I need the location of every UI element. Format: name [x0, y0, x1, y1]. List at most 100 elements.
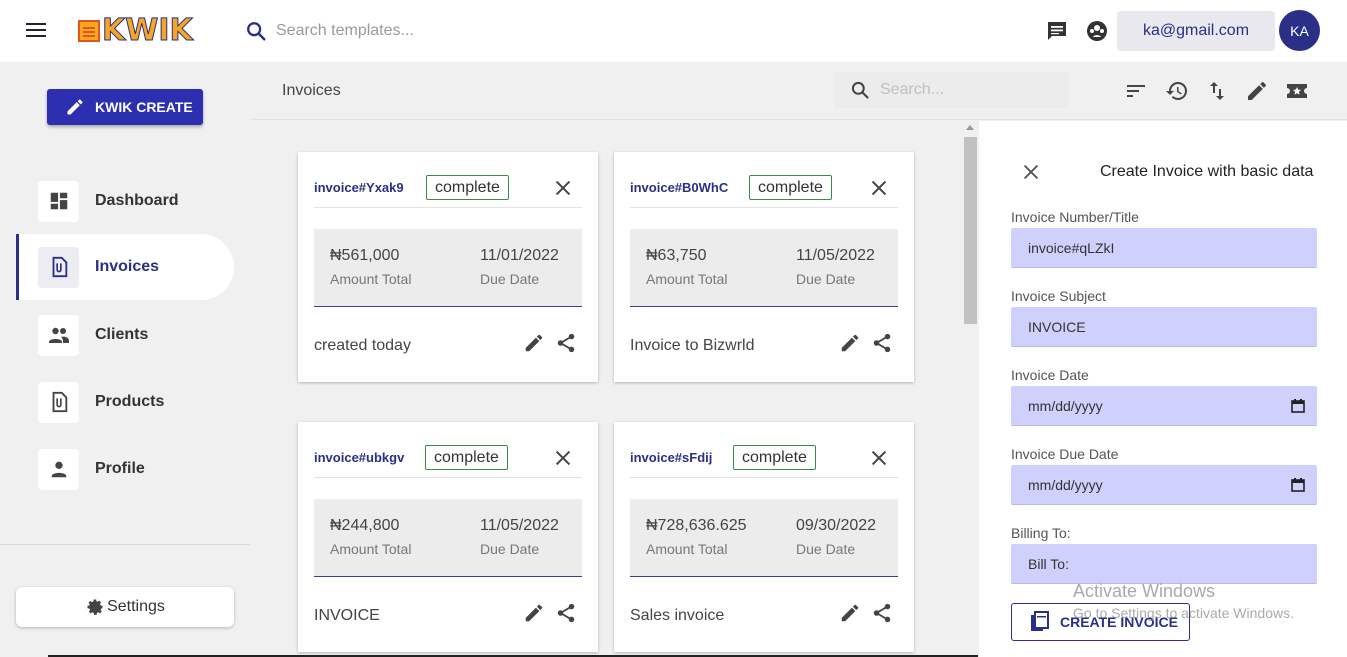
invoice-subject-field[interactable] [1011, 307, 1317, 347]
kwik-logo[interactable]: KWIK [78, 15, 193, 46]
search-icon [851, 81, 869, 99]
person-icon [38, 448, 79, 490]
menu-icon[interactable] [24, 20, 48, 42]
invoice-search-box[interactable] [834, 72, 1069, 108]
card-header: invoice#B0WhC complete [630, 174, 898, 208]
logo-mark [78, 20, 100, 42]
create-invoice-button[interactable]: CREATE INVOICE [1011, 603, 1190, 641]
edit-icon[interactable] [839, 602, 861, 624]
invoice-card[interactable]: invoice#ubkgv complete ₦244,800 Amount T… [298, 422, 598, 652]
invoice-date-field[interactable]: mm/dd/yyyy [1011, 386, 1317, 426]
invoice-id[interactable]: invoice#B0WhC [630, 180, 728, 195]
billing-to-label: Billing To: [1011, 525, 1071, 541]
invoice-number-field[interactable] [1011, 228, 1317, 268]
support-icon[interactable] [1085, 19, 1109, 43]
account-email-button[interactable]: ka@gmail.com [1117, 11, 1275, 51]
card-header: invoice#Yxak9 complete [314, 174, 582, 208]
close-icon[interactable] [552, 177, 574, 199]
sidebar-item-label: Profile [95, 460, 145, 477]
sidebar-item-label: Clients [95, 326, 149, 343]
invoice-subject-input[interactable] [1028, 318, 1278, 335]
settings-button[interactable]: Settings [16, 587, 234, 627]
edit-icon[interactable] [839, 332, 861, 354]
due-date-label: Due Date [480, 541, 540, 557]
template-search-input[interactable] [276, 18, 576, 44]
amount-total-label: Amount Total [330, 271, 412, 287]
top-bar: KWIK ka@gmail.com KA [0, 0, 1347, 62]
swap-icon[interactable] [1205, 79, 1229, 103]
sort-icon[interactable] [1124, 79, 1148, 103]
invoice-card[interactable]: invoice#sFdij complete ₦728,636.625 Amou… [614, 422, 914, 652]
invoice-card[interactable]: invoice#B0WhC complete ₦63,750 Amount To… [614, 152, 914, 382]
sidebar-item-products[interactable]: Products [16, 369, 234, 435]
dashboard-icon [38, 180, 79, 222]
close-icon[interactable] [552, 447, 574, 469]
invoice-icon [38, 246, 79, 288]
kwik-create-button[interactable]: KWIK CREATE [47, 89, 203, 125]
amount-summary: ₦244,800 Amount Total 11/05/2022 Due Dat… [314, 499, 582, 577]
amount-summary: ₦728,636.625 Amount Total 09/30/2022 Due… [630, 499, 898, 577]
billing-to-field[interactable] [1011, 544, 1317, 584]
sidebar-item-label: Dashboard [95, 192, 179, 209]
close-icon[interactable] [868, 447, 890, 469]
ticket-star-icon[interactable] [1285, 79, 1309, 103]
invoice-number-input[interactable] [1028, 239, 1278, 256]
invoices-toolbar: Invoices [250, 62, 1347, 120]
amount-total-value: ₦244,800 [330, 517, 400, 534]
sidebar-item-profile[interactable]: Profile [16, 436, 234, 502]
settings-label: Settings [107, 598, 165, 615]
search-icon [247, 22, 266, 41]
invoice-id[interactable]: invoice#ubkgv [314, 450, 404, 465]
invoice-due-date-label: Invoice Due Date [1011, 446, 1119, 462]
calendar-icon[interactable] [1291, 399, 1305, 413]
kwik-create-label: KWIK CREATE [95, 99, 193, 115]
invoice-id[interactable]: invoice#Yxak9 [314, 180, 404, 195]
amount-total-value: ₦728,636.625 [646, 517, 747, 534]
invoice-date-placeholder: mm/dd/yyyy [1028, 397, 1103, 414]
billing-to-input[interactable] [1028, 555, 1278, 572]
invoice-card[interactable]: invoice#Yxak9 complete ₦561,000 Amount T… [298, 152, 598, 382]
edit-icon[interactable] [1245, 79, 1269, 103]
calendar-icon[interactable] [1291, 478, 1305, 492]
edit-icon[interactable] [523, 602, 545, 624]
avatar[interactable]: KA [1279, 10, 1320, 51]
chat-icon[interactable] [1045, 19, 1069, 43]
share-icon[interactable] [871, 602, 893, 624]
sidebar-item-label: Invoices [95, 258, 160, 275]
due-date-label: Due Date [796, 271, 856, 287]
due-date-value: 11/01/2022 [480, 247, 559, 264]
share-icon[interactable] [871, 332, 893, 354]
close-icon[interactable] [1020, 161, 1042, 183]
page-title: Invoices [282, 82, 341, 99]
scroll-up-arrow-icon[interactable] [966, 125, 974, 130]
sidebar-item-label: Products [95, 393, 165, 410]
sidebar-item-invoices[interactable]: Invoices [16, 234, 234, 300]
invoice-due-date-placeholder: mm/dd/yyyy [1028, 476, 1103, 493]
sidebar-item-dashboard[interactable]: Dashboard [16, 168, 234, 234]
invoice-id[interactable]: invoice#sFdij [630, 450, 712, 465]
status-badge: complete [749, 175, 832, 200]
card-header: invoice#sFdij complete [630, 444, 898, 478]
people-icon [38, 314, 79, 356]
invoice-due-date-field[interactable]: mm/dd/yyyy [1011, 465, 1317, 505]
scrollbar-thumb[interactable] [964, 137, 977, 324]
due-date-label: Due Date [796, 541, 856, 557]
sidebar-divider [0, 544, 250, 545]
close-icon[interactable] [868, 177, 890, 199]
share-icon[interactable] [555, 602, 577, 624]
invoice-number-label: Invoice Number/Title [1011, 209, 1139, 225]
amount-total-value: ₦63,750 [646, 247, 707, 264]
invoice-description: Invoice to Bizwrld [630, 337, 755, 354]
invoice-description: INVOICE [314, 607, 380, 624]
amount-total-label: Amount Total [646, 271, 728, 287]
invoice-search-input[interactable] [880, 81, 1050, 99]
cards-scrollbar[interactable] [962, 121, 979, 657]
edit-icon[interactable] [523, 332, 545, 354]
share-icon[interactable] [555, 332, 577, 354]
sidebar-item-clients[interactable]: Clients [16, 302, 234, 368]
amount-total-label: Amount Total [330, 541, 412, 557]
history-icon[interactable] [1165, 79, 1189, 103]
product-icon [38, 381, 79, 423]
invoice-date-label: Invoice Date [1011, 367, 1089, 383]
status-badge: complete [425, 445, 508, 470]
